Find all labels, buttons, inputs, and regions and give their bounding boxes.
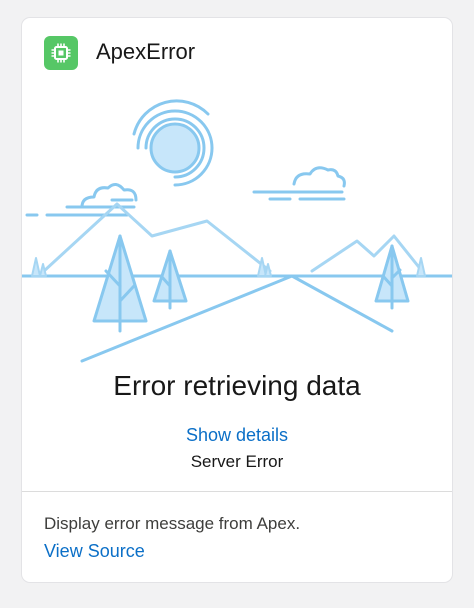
tree-icon (152, 249, 188, 310)
sun-icon (132, 99, 214, 187)
footer-description: Display error message from Apex. (44, 514, 301, 533)
tree-icon (92, 234, 148, 333)
card-title: ApexError (96, 39, 196, 64)
card-header: ApexError (22, 18, 452, 86)
apex-error-card: ApexError Error retrieving data Show det… (22, 18, 452, 582)
cloud-icon (252, 166, 346, 201)
footer-divider (22, 491, 452, 492)
error-title: Error retrieving data (113, 370, 361, 401)
cloud-icon (25, 183, 138, 217)
chip-icon (44, 36, 78, 70)
error-message: Server Error (190, 452, 284, 471)
error-illustration (22, 99, 452, 363)
show-details-link[interactable]: Show details (22, 423, 452, 447)
view-source-link[interactable]: View Source (44, 539, 145, 563)
